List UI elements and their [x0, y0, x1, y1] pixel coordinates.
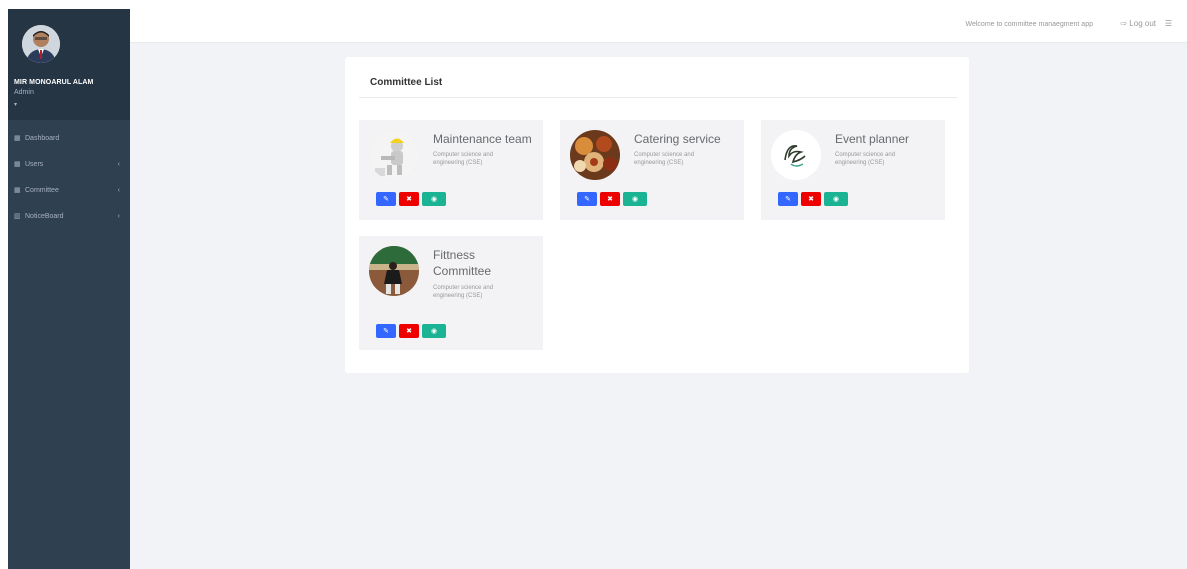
- view-button[interactable]: ◉: [623, 192, 647, 206]
- edit-button[interactable]: ✎: [577, 192, 597, 206]
- eye-icon: ◉: [430, 328, 438, 335]
- eye-icon: ◉: [832, 196, 840, 203]
- card-actions: ✎ ✖ ◉: [577, 192, 650, 206]
- committee-title: Catering service: [634, 132, 721, 146]
- edit-icon: ✎: [383, 328, 389, 335]
- committee-image: [570, 130, 620, 180]
- avatar[interactable]: [22, 25, 60, 63]
- trash-icon: ✖: [406, 196, 412, 203]
- trash-icon: ✖: [406, 328, 412, 335]
- committee-department: Computer science and engineering (CSE): [835, 152, 896, 166]
- bar-chart-icon: ▥: [14, 213, 21, 220]
- committee-card: Catering service Computer science and en…: [560, 120, 744, 220]
- committee-image: [771, 130, 821, 180]
- chevron-left-icon: ‹: [117, 160, 120, 168]
- profile-name[interactable]: MIR MONOARUL ALAM: [14, 79, 93, 86]
- view-button[interactable]: ◉: [422, 324, 446, 338]
- edit-button[interactable]: ✎: [376, 192, 396, 206]
- edit-button[interactable]: ✎: [778, 192, 798, 206]
- committee-card: Event planner Computer science and engin…: [761, 120, 945, 220]
- grid-icon: ▦: [14, 135, 21, 142]
- card-actions: ✎ ✖ ◉: [376, 324, 449, 338]
- committee-title: Event planner: [835, 132, 910, 146]
- card-actions: ✎ ✖ ◉: [376, 192, 449, 206]
- sidebar: MIR MONOARUL ALAM Admin ▾ ▦ Dashboard ▦ …: [8, 9, 130, 569]
- committee-title: Maintenance team: [433, 132, 532, 146]
- edit-button[interactable]: ✎: [376, 324, 396, 338]
- sidebar-item-dashboard[interactable]: ▦ Dashboard: [8, 125, 130, 151]
- view-button[interactable]: ◉: [422, 192, 446, 206]
- committee-list-panel: Committee List Maintenance team Computer…: [345, 57, 969, 373]
- chevron-left-icon: ‹: [117, 212, 120, 220]
- committee-title: Fittness Committee: [433, 248, 492, 278]
- edit-icon: ✎: [383, 196, 389, 203]
- delete-button[interactable]: ✖: [801, 192, 821, 206]
- committee-image: [369, 246, 419, 296]
- view-button[interactable]: ◉: [824, 192, 848, 206]
- chevron-left-icon: ‹: [117, 186, 120, 194]
- divider: [359, 97, 957, 98]
- sidebar-item-committee[interactable]: ▦ Committee ‹: [8, 177, 130, 203]
- edit-icon: ✎: [584, 196, 590, 203]
- delete-button[interactable]: ✖: [600, 192, 620, 206]
- trash-icon: ✖: [607, 196, 613, 203]
- top-navbar: Welcome to committee manaegment app ⇨ Lo…: [130, 0, 1187, 43]
- panel-title: Committee List: [370, 77, 443, 88]
- welcome-message: Welcome to committee manaegment app: [965, 21, 1094, 28]
- logout-label: Log out: [1129, 19, 1156, 28]
- delete-button[interactable]: ✖: [399, 324, 419, 338]
- committee-department: Computer science and engineering (CSE): [634, 152, 695, 166]
- trash-icon: ✖: [808, 196, 814, 203]
- edit-icon: ✎: [785, 196, 791, 203]
- sidebar-item-users[interactable]: ▦ Users ‹: [8, 151, 130, 177]
- profile-dropdown-caret[interactable]: ▾: [14, 101, 17, 108]
- logout-link[interactable]: ⇨ Log out: [1120, 19, 1156, 28]
- sidebar-item-label: Committee: [25, 186, 59, 194]
- grid-icon: ▦: [14, 161, 21, 168]
- sidebar-nav: ▦ Dashboard ▦ Users ‹ ▦ Committee ‹ ▥ No…: [8, 125, 130, 229]
- committee-card: Maintenance team Computer science and en…: [359, 120, 543, 220]
- eye-icon: ◉: [430, 196, 438, 203]
- committee-card: Fittness Committee Computer science and …: [359, 236, 543, 350]
- committee-department: Computer science and engineering (CSE): [433, 285, 494, 299]
- profile-role: Admin: [14, 89, 34, 96]
- main-content: Committee List Maintenance team Computer…: [130, 43, 1187, 569]
- card-actions: ✎ ✖ ◉: [778, 192, 851, 206]
- sidebar-item-label: Dashboard: [25, 134, 60, 142]
- sign-out-icon: ⇨: [1120, 19, 1128, 28]
- sidebar-item-noticeboard[interactable]: ▥ NoticeBoard ‹: [8, 203, 130, 229]
- sidebar-item-label: NoticeBoard: [25, 212, 64, 220]
- sidebar-item-label: Users: [25, 160, 44, 168]
- menu-icon[interactable]: ☰: [1165, 19, 1172, 28]
- eye-icon: ◉: [631, 196, 639, 203]
- committee-image: [369, 130, 419, 180]
- grid-icon: ▦: [14, 187, 21, 194]
- profile-header: MIR MONOARUL ALAM Admin ▾: [8, 9, 130, 120]
- delete-button[interactable]: ✖: [399, 192, 419, 206]
- committee-department: Computer science and engineering (CSE): [433, 152, 494, 166]
